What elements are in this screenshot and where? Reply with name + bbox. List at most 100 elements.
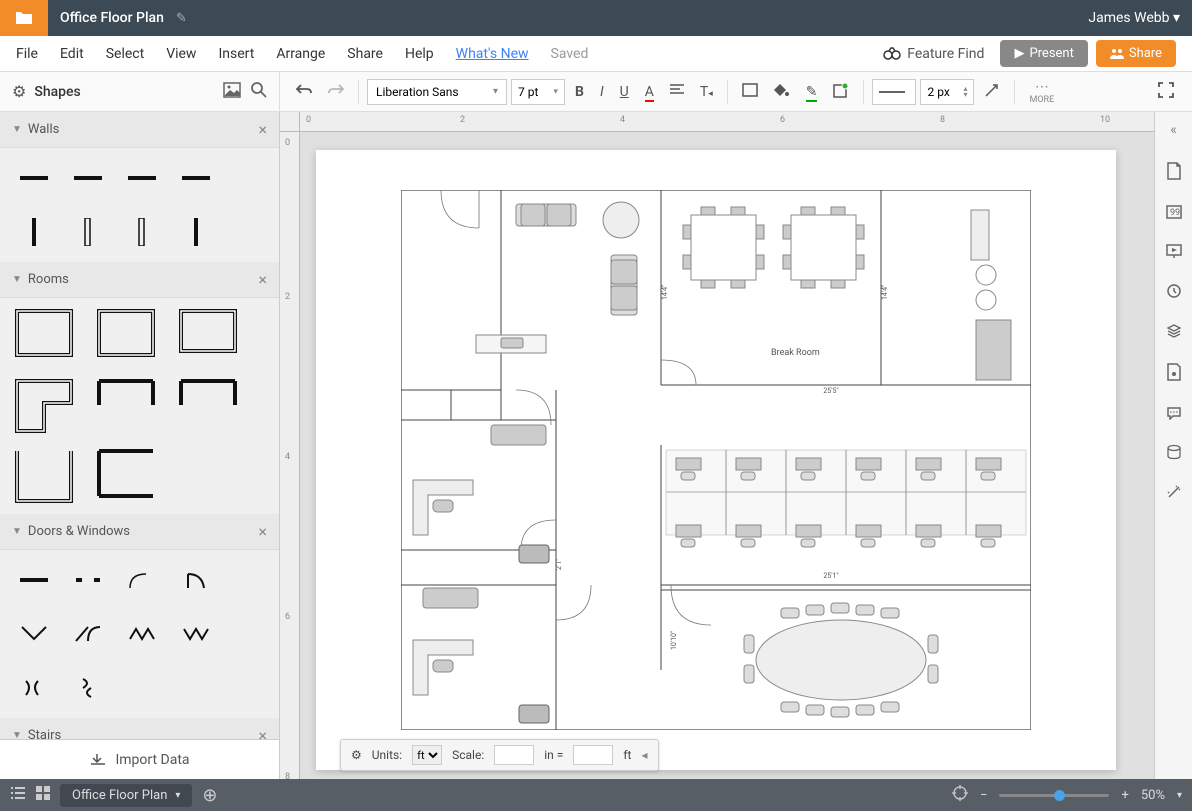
gear-icon[interactable]: ⚙ <box>351 748 362 762</box>
more-button[interactable]: ⋯MORE <box>1029 79 1054 105</box>
bold-button[interactable]: B <box>569 80 590 104</box>
door-shape[interactable] <box>14 668 54 708</box>
close-icon[interactable]: × <box>258 522 267 541</box>
close-icon[interactable]: × <box>258 120 267 139</box>
door-shape[interactable] <box>176 560 216 600</box>
undo-button[interactable] <box>290 79 318 105</box>
present-button[interactable]: ▶ Present <box>1000 40 1087 67</box>
list-view-icon[interactable] <box>10 786 26 804</box>
import-data-button[interactable]: Import Data <box>0 739 279 779</box>
door-shape[interactable] <box>14 560 54 600</box>
shape-options-button[interactable] <box>827 78 855 106</box>
redo-button[interactable] <box>322 79 350 105</box>
ruler-vertical[interactable]: 0 2 4 6 8 <box>280 132 300 779</box>
line-width-select[interactable]: 2 px▴▾ <box>920 79 974 105</box>
layers-icon[interactable] <box>1166 323 1182 343</box>
text-options-button[interactable]: T◂ <box>694 80 719 104</box>
folder-icon[interactable] <box>0 0 48 36</box>
menu-help[interactable]: Help <box>405 46 434 62</box>
target-icon[interactable] <box>952 785 968 805</box>
document-title[interactable]: Office Floor Plan <box>48 10 176 26</box>
wall-shape[interactable] <box>14 158 54 198</box>
line-arrow-button[interactable] <box>978 78 1006 106</box>
door-shape[interactable] <box>68 668 108 708</box>
page[interactable]: Break Room 45'3" 45'2" 39'4" 39'4" 14'4"… <box>316 150 1116 770</box>
menu-whats-new[interactable]: What's New <box>456 46 529 62</box>
history-icon[interactable] <box>1166 283 1182 303</box>
units-bar[interactable]: ⚙ Units: ft Scale: in = ft ◂ <box>340 739 659 771</box>
pencil-icon[interactable]: ✎ <box>176 11 187 26</box>
category-rooms[interactable]: ▼Rooms× <box>0 262 279 298</box>
gear-icon[interactable]: ⚙ <box>12 82 26 101</box>
line-color-button[interactable]: ✎ <box>800 80 824 104</box>
underline-button[interactable]: U <box>614 80 635 104</box>
magic-icon[interactable] <box>1166 484 1182 504</box>
document-icon[interactable] <box>1166 162 1182 184</box>
scale-input-1[interactable] <box>494 745 534 765</box>
zoom-level[interactable]: 50% <box>1141 788 1165 803</box>
image-icon[interactable] <box>223 82 241 102</box>
menu-select[interactable]: Select <box>106 46 144 62</box>
wall-shape[interactable] <box>122 158 162 198</box>
units-select[interactable]: ft <box>412 745 442 765</box>
add-page-button[interactable]: ⊕ <box>202 785 217 806</box>
shape-button[interactable] <box>736 79 764 105</box>
font-size-select[interactable]: 7 pt▾ <box>511 79 565 105</box>
door-shape[interactable] <box>122 560 162 600</box>
menu-edit[interactable]: Edit <box>60 46 84 62</box>
room-shape[interactable] <box>96 448 164 504</box>
grid-view-icon[interactable] <box>36 786 50 804</box>
door-shape[interactable] <box>122 614 162 654</box>
collapse-icon[interactable]: ◂ <box>641 748 647 762</box>
collapse-panel-icon[interactable]: « <box>1166 118 1181 142</box>
menu-arrange[interactable]: Arrange <box>276 46 325 62</box>
door-shape[interactable] <box>176 614 216 654</box>
feature-find[interactable]: Feature Find <box>883 46 984 62</box>
page-tab[interactable]: Office Floor Plan▾ <box>60 784 192 807</box>
floor-plan[interactable]: Break Room 45'3" 45'2" 39'4" 39'4" 14'4"… <box>401 190 1031 730</box>
room-shape[interactable] <box>96 378 164 434</box>
text-color-button[interactable]: A <box>639 80 660 104</box>
room-shape[interactable] <box>96 308 164 364</box>
menu-file[interactable]: File <box>16 46 38 62</box>
presentation-icon[interactable] <box>1166 243 1182 263</box>
line-style-select[interactable] <box>872 79 916 105</box>
fullscreen-button[interactable] <box>1158 82 1174 102</box>
ruler-horizontal[interactable]: 0 2 4 6 8 10 <box>300 112 1154 132</box>
search-icon[interactable] <box>251 82 267 102</box>
category-doors-windows[interactable]: ▼Doors & Windows× <box>0 514 279 550</box>
menu-insert[interactable]: Insert <box>218 46 254 62</box>
wall-shape[interactable] <box>176 212 216 252</box>
database-icon[interactable] <box>1166 444 1182 464</box>
zoom-slider[interactable] <box>999 794 1109 797</box>
door-shape[interactable] <box>68 614 108 654</box>
align-button[interactable] <box>664 80 690 104</box>
fill-button[interactable] <box>768 78 796 106</box>
room-shape[interactable] <box>178 378 246 434</box>
wall-shape[interactable] <box>14 212 54 252</box>
room-shape[interactable] <box>14 308 82 364</box>
wall-shape[interactable] <box>176 158 216 198</box>
category-walls[interactable]: ▼Walls× <box>0 112 279 148</box>
wall-shape[interactable] <box>68 158 108 198</box>
scale-input-2[interactable] <box>573 745 613 765</box>
data-icon[interactable] <box>1166 363 1182 385</box>
user-menu[interactable]: James Webb ▾ <box>1076 10 1192 26</box>
wall-shape[interactable] <box>122 212 162 252</box>
canvas[interactable]: Break Room 45'3" 45'2" 39'4" 39'4" 14'4"… <box>300 132 1154 779</box>
zoom-out-icon[interactable]: − <box>980 788 987 803</box>
menu-share[interactable]: Share <box>347 46 383 62</box>
comments-icon[interactable] <box>1166 405 1182 424</box>
quotes-icon[interactable]: 99 <box>1166 204 1182 223</box>
room-shape[interactable] <box>178 308 246 364</box>
zoom-in-icon[interactable]: + <box>1121 788 1128 803</box>
italic-button[interactable]: I <box>594 80 610 104</box>
room-l-shape[interactable] <box>14 378 82 434</box>
close-icon[interactable]: × <box>258 270 267 289</box>
room-u-shape[interactable] <box>14 448 82 504</box>
door-shape[interactable] <box>14 614 54 654</box>
wall-shape[interactable] <box>68 212 108 252</box>
door-shape[interactable] <box>68 560 108 600</box>
menu-view[interactable]: View <box>166 46 196 62</box>
zoom-dropdown[interactable]: ▾ <box>1177 790 1182 801</box>
